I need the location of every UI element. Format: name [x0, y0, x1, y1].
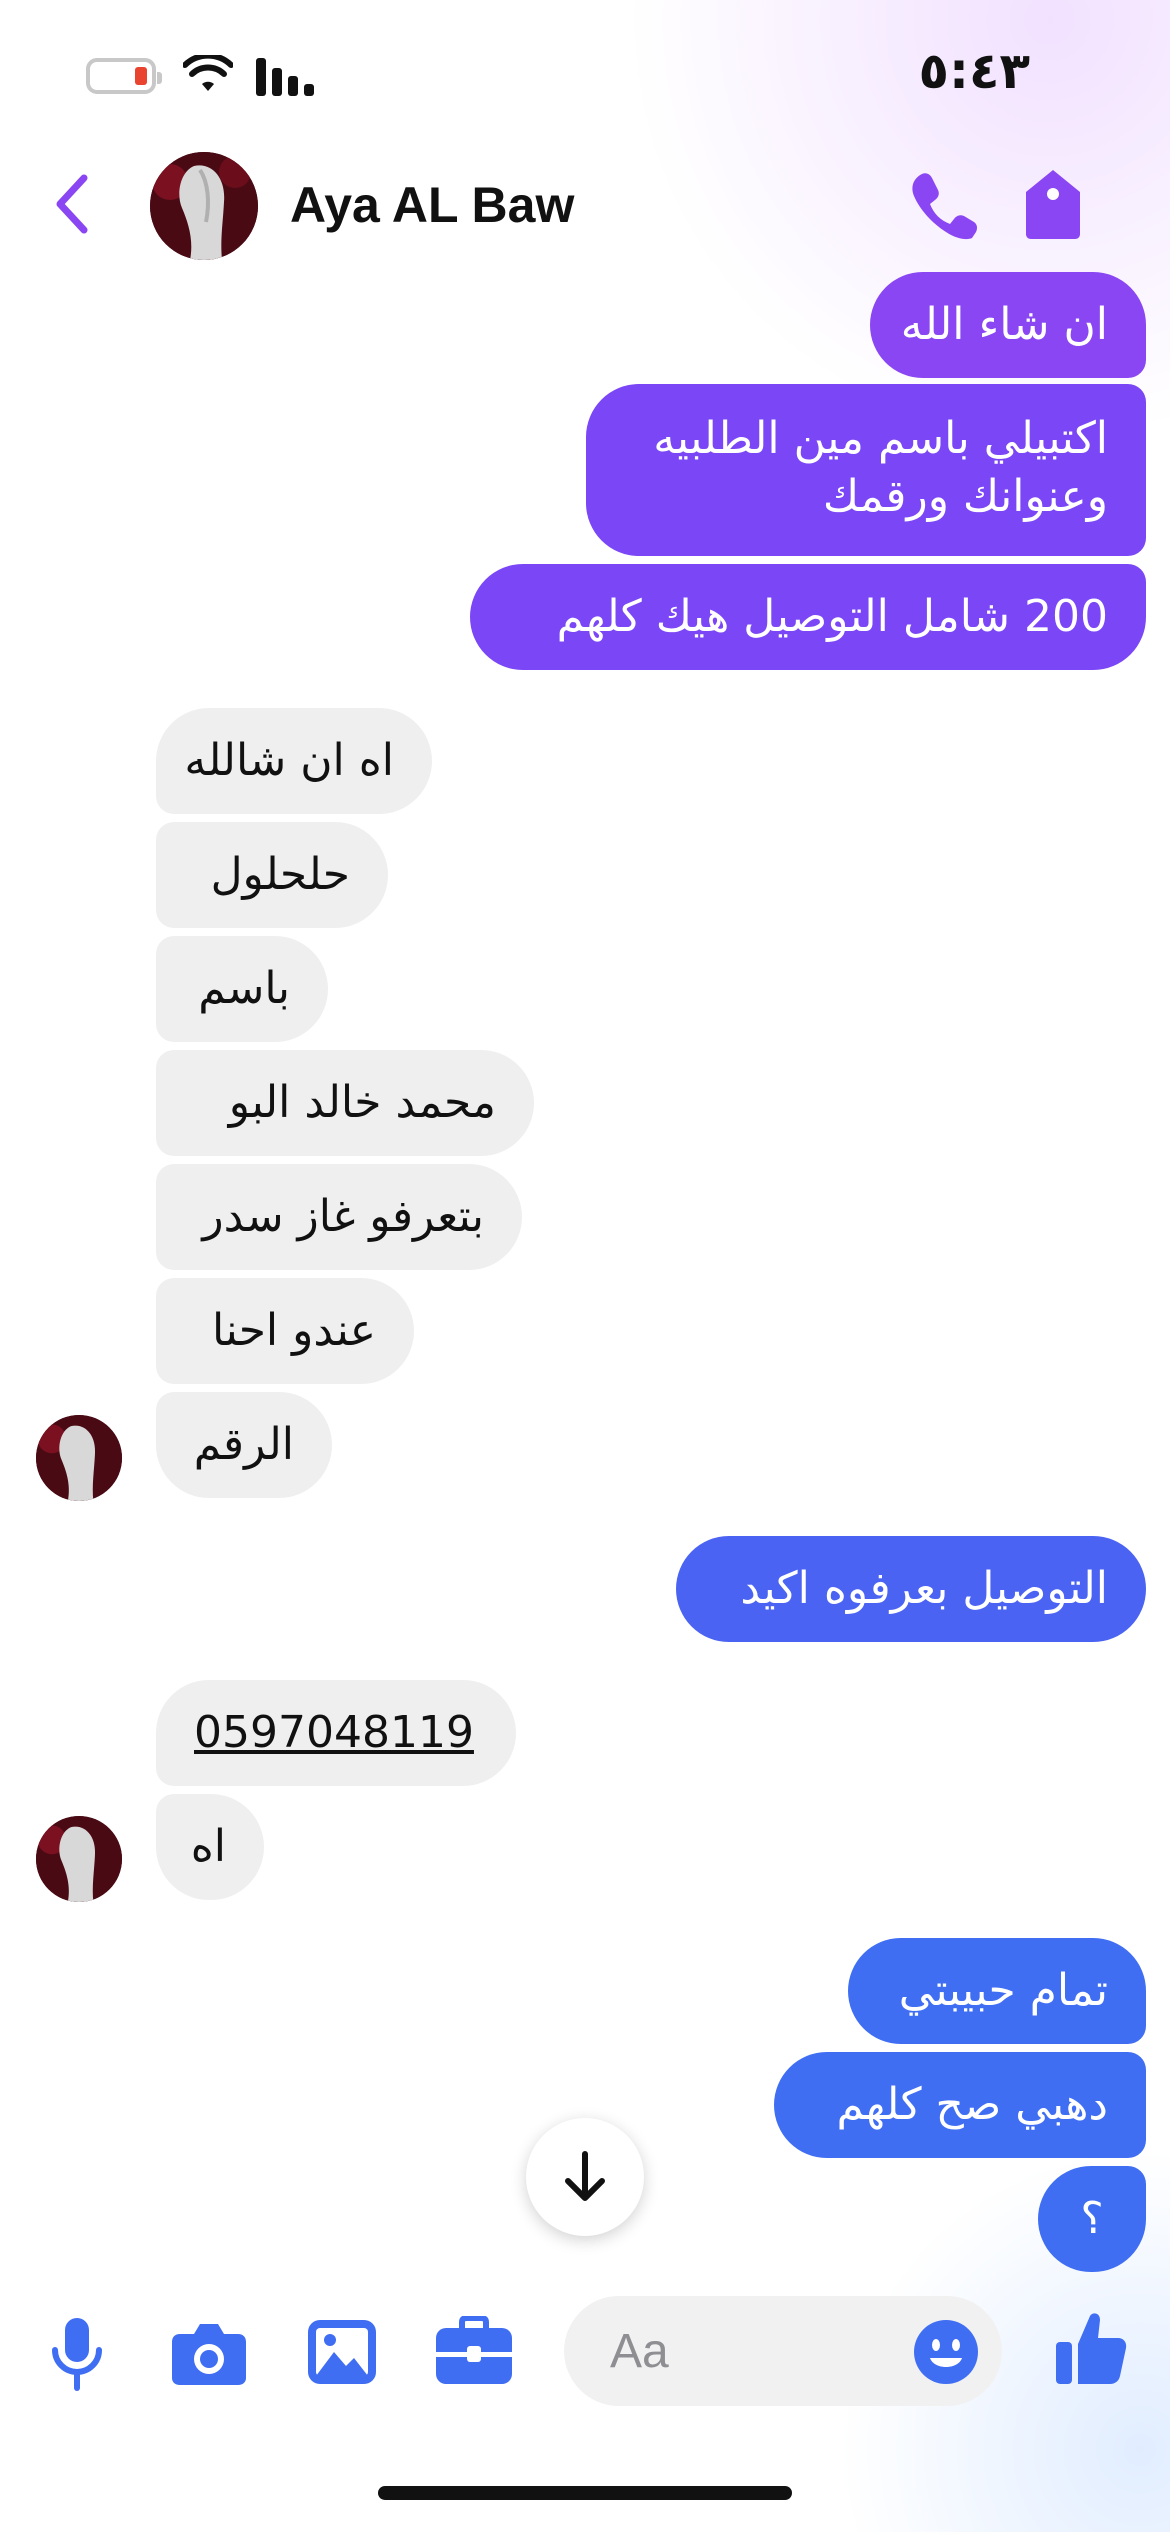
- status-time: ٥:٤٣: [918, 42, 1030, 100]
- mic-icon[interactable]: [50, 2316, 104, 2392]
- outgoing-message[interactable]: التوصيل بعرفوه اكيد: [676, 1536, 1146, 1642]
- home-indicator: [378, 2486, 792, 2500]
- sender-avatar[interactable]: [36, 1415, 122, 1501]
- back-icon[interactable]: [52, 172, 92, 236]
- incoming-message[interactable]: 0597048119: [156, 1680, 516, 1786]
- like-icon[interactable]: [1054, 2310, 1128, 2386]
- outgoing-message[interactable]: ان شاء الله: [870, 272, 1146, 378]
- incoming-message[interactable]: باسم: [156, 936, 328, 1042]
- outgoing-message[interactable]: دهبي صح كلهم: [774, 2052, 1146, 2158]
- contact-avatar[interactable]: [150, 152, 258, 260]
- incoming-message[interactable]: عندو احنا: [156, 1278, 414, 1384]
- emoji-icon[interactable]: [912, 2318, 980, 2386]
- incoming-message[interactable]: اه: [156, 1794, 264, 1900]
- call-icon[interactable]: [908, 170, 978, 240]
- status-bar: ٥:٤٣: [0, 0, 1170, 140]
- incoming-message[interactable]: الرقم: [156, 1392, 332, 1498]
- tag-icon[interactable]: [1022, 168, 1084, 240]
- outgoing-message[interactable]: 200 شامل التوصيل هيك كلهم: [470, 564, 1146, 670]
- wifi-icon: [183, 55, 233, 91]
- gallery-icon[interactable]: [306, 2318, 378, 2386]
- incoming-message[interactable]: محمد خالد البو: [156, 1050, 534, 1156]
- battery-icon: [86, 58, 162, 94]
- contact-name[interactable]: Aya AL Baw: [290, 176, 574, 234]
- incoming-message[interactable]: حلحلول: [156, 822, 388, 928]
- scroll-to-bottom-button[interactable]: [526, 2118, 644, 2236]
- arrow-down-icon: [565, 2151, 605, 2201]
- outgoing-message[interactable]: اكتبيلي باسم مين الطلبيه وعنوانك ورقمك: [586, 384, 1146, 556]
- phone-number-link[interactable]: 0597048119: [194, 1707, 474, 1758]
- outgoing-message[interactable]: ؟: [1038, 2166, 1146, 2272]
- incoming-message[interactable]: اه ان شالله: [156, 708, 432, 814]
- sender-avatar[interactable]: [36, 1816, 122, 1902]
- incoming-message[interactable]: بتعرفو غاز سدر: [156, 1164, 522, 1270]
- camera-icon[interactable]: [170, 2322, 248, 2386]
- signal-icon: [256, 58, 314, 96]
- briefcase-icon[interactable]: [434, 2316, 514, 2386]
- outgoing-message[interactable]: تمام حبيبتي: [848, 1938, 1146, 2044]
